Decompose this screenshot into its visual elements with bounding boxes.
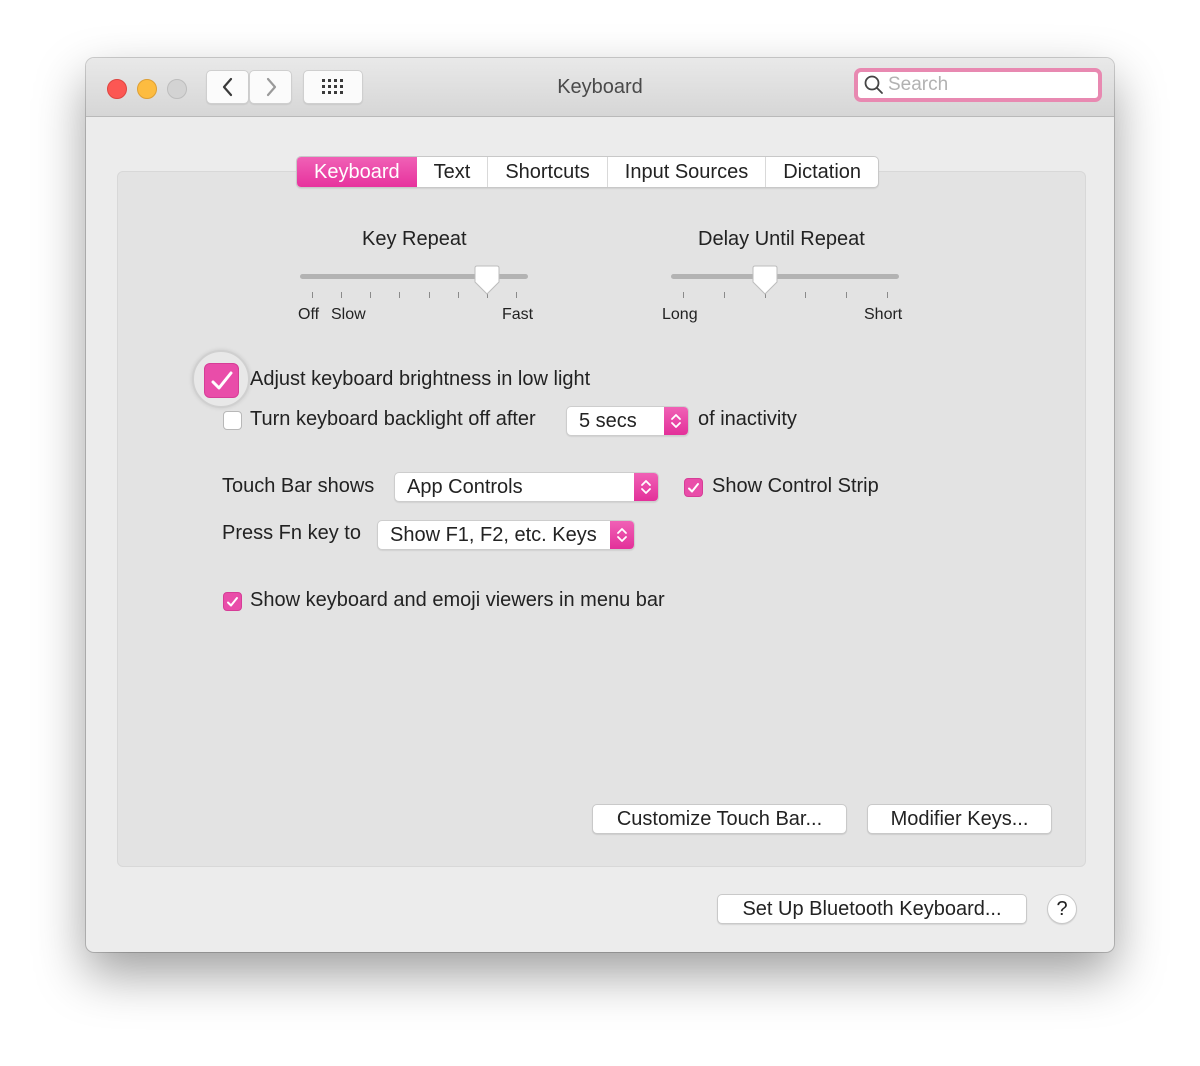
- popup-stepper-icon: [610, 521, 634, 549]
- backlight-timeout-popup[interactable]: 5 secs: [566, 406, 689, 436]
- title-bar: Keyboard: [86, 58, 1114, 117]
- preferences-window: Keyboard Keyboard Text Shortcuts Input S…: [86, 58, 1114, 952]
- backlight-off-checkbox[interactable]: [223, 411, 242, 430]
- delay-long-label: Long: [662, 306, 698, 323]
- key-repeat-tick: [457, 292, 459, 298]
- key-repeat-tick: [312, 292, 313, 298]
- delay-until-repeat-slider[interactable]: [671, 274, 899, 279]
- popup-stepper-icon: [634, 473, 658, 501]
- checkmark-icon: [688, 482, 699, 492]
- key-repeat-tick: [428, 292, 430, 298]
- delay-until-repeat-tick: [805, 292, 807, 298]
- tab-text[interactable]: Text: [417, 157, 489, 187]
- show-control-strip-checkbox[interactable]: [684, 478, 703, 497]
- press-fn-key-popup[interactable]: Show F1, F2, etc. Keys: [377, 520, 635, 550]
- tab-bar: Keyboard Text Shortcuts Input Sources Di…: [296, 156, 880, 188]
- customize-touch-bar-button[interactable]: Customize Touch Bar...: [592, 804, 847, 834]
- touch-bar-shows-popup[interactable]: App Controls: [394, 472, 659, 502]
- touch-bar-shows-value: App Controls: [407, 476, 523, 498]
- tab-input-sources[interactable]: Input Sources: [608, 157, 767, 187]
- key-repeat-tick: [399, 292, 401, 298]
- tab-shortcuts[interactable]: Shortcuts: [488, 157, 608, 187]
- inactivity-suffix-label: of inactivity: [698, 408, 797, 430]
- key-repeat-slow-label: Slow: [331, 306, 366, 323]
- delay-short-label: Short: [864, 306, 903, 323]
- setup-bluetooth-keyboard-button[interactable]: Set Up Bluetooth Keyboard...: [717, 894, 1027, 924]
- tab-keyboard[interactable]: Keyboard: [297, 157, 417, 187]
- delay-until-repeat-tick: [683, 292, 684, 298]
- search-input[interactable]: [884, 74, 1088, 96]
- backlight-timeout-value: 5 secs: [579, 410, 637, 432]
- tab-content-panel: [117, 171, 1086, 867]
- adjust-brightness-checkbox[interactable]: [204, 363, 239, 398]
- key-repeat-off-label: Off: [298, 306, 320, 323]
- key-repeat-slider-thumb[interactable]: [474, 265, 500, 295]
- key-repeat-tick: [516, 292, 517, 298]
- press-fn-key-value: Show F1, F2, etc. Keys: [390, 524, 597, 546]
- key-repeat-tick: [341, 292, 343, 298]
- delay-until-repeat-slider-thumb[interactable]: [752, 265, 778, 295]
- key-repeat-title: Key Repeat: [362, 228, 467, 250]
- tab-dictation[interactable]: Dictation: [766, 157, 878, 187]
- search-icon: [864, 75, 883, 94]
- press-fn-key-label: Press Fn key to: [222, 522, 361, 544]
- help-button[interactable]: ?: [1047, 894, 1077, 924]
- search-field[interactable]: [854, 68, 1102, 102]
- delay-until-repeat-tick: [846, 292, 848, 298]
- checkmark-icon: [211, 371, 232, 389]
- adjust-brightness-label: Adjust keyboard brightness in low light: [250, 368, 591, 390]
- key-repeat-tick: [370, 292, 372, 298]
- backlight-off-label: Turn keyboard backlight off after: [250, 408, 536, 430]
- key-repeat-fast-label: Fast: [502, 306, 534, 323]
- checkmark-icon: [227, 596, 238, 606]
- delay-until-repeat-tick: [887, 292, 888, 298]
- delay-until-repeat-tick: [723, 292, 725, 298]
- emoji-viewers-label: Show keyboard and emoji viewers in menu …: [250, 589, 665, 611]
- modifier-keys-button[interactable]: Modifier Keys...: [867, 804, 1052, 834]
- emoji-viewers-checkbox[interactable]: [223, 592, 242, 611]
- show-control-strip-label: Show Control Strip: [712, 475, 879, 497]
- popup-stepper-icon: [664, 407, 688, 435]
- delay-until-repeat-title: Delay Until Repeat: [698, 228, 865, 250]
- touch-bar-shows-label: Touch Bar shows: [222, 475, 375, 497]
